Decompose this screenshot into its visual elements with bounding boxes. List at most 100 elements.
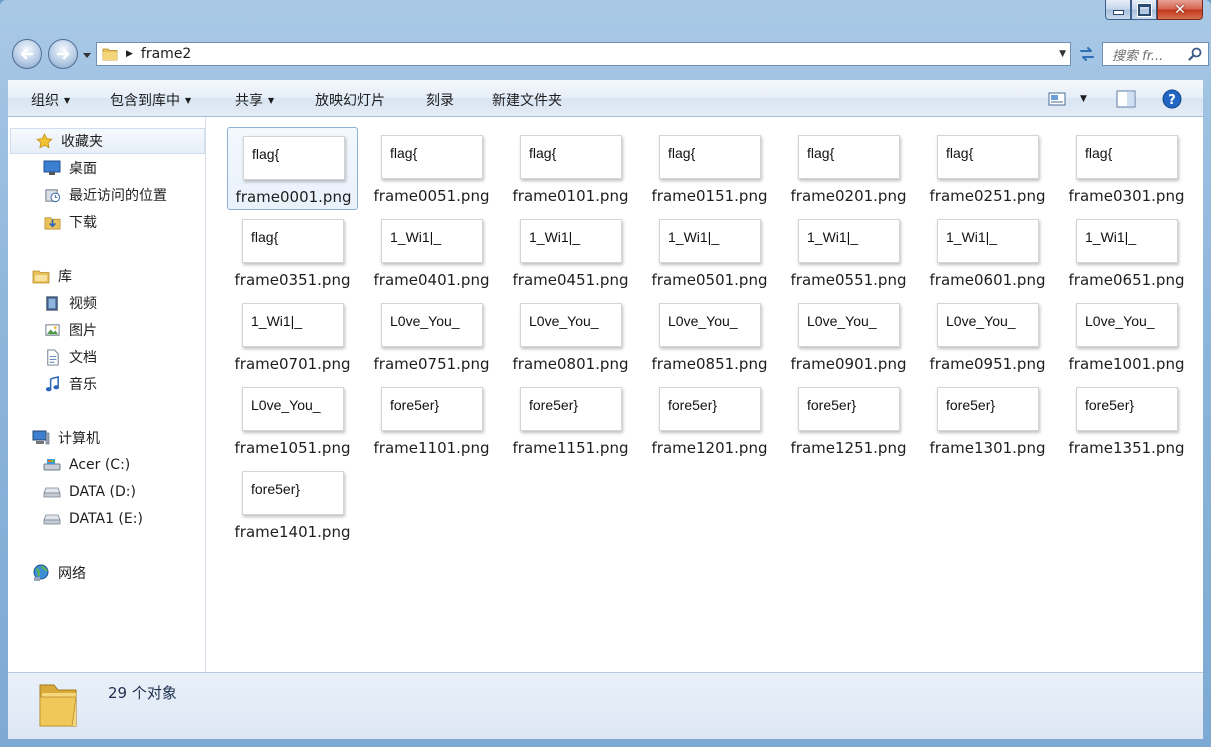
file-name: frame0451.png	[512, 271, 629, 289]
file-name: frame0351.png	[234, 271, 351, 289]
file-name: frame0751.png	[373, 355, 490, 373]
nav-network[interactable]: 网络	[8, 560, 229, 586]
thumbnail-text: fore5er}	[1085, 397, 1135, 413]
file-item[interactable]: fore5er} frame1401.png	[227, 463, 358, 546]
file-item[interactable]: flag{frame0251.png	[922, 127, 1053, 210]
file-item[interactable]: 1_Wi1|_ frame0651.png	[1061, 211, 1192, 294]
nav-item-videos[interactable]: 视频	[8, 290, 240, 316]
file-item[interactable]: fore5er} frame1201.png	[644, 379, 775, 462]
file-item[interactable]: fore5er} frame1251.png	[783, 379, 914, 462]
view-icon	[1048, 92, 1066, 106]
file-item[interactable]: fore5er} frame1101.png	[366, 379, 497, 462]
file-thumbnail: fore5er}	[520, 387, 622, 431]
nav-item-label: 桌面	[69, 161, 97, 177]
nav-item-drive-e[interactable]: DATA1 (E:)	[8, 506, 240, 532]
recent-places-icon	[43, 186, 61, 204]
address-bar[interactable]: ▶ frame2 ▼	[96, 42, 1071, 66]
thumbnail-text: fore5er}	[251, 481, 301, 497]
burn-button[interactable]: 刻录	[426, 90, 454, 110]
file-item[interactable]: fore5er} frame1301.png	[922, 379, 1053, 462]
back-button[interactable]	[12, 39, 42, 69]
file-item[interactable]: 1_Wi1|_ frame0601.png	[922, 211, 1053, 294]
nav-item-documents[interactable]: 文档	[8, 344, 240, 370]
search-icon[interactable]	[1188, 47, 1202, 61]
nav-item-music[interactable]: 音乐	[8, 371, 240, 397]
file-item[interactable]: fore5er} frame1151.png	[505, 379, 636, 462]
nav-network-label: 网络	[58, 566, 86, 582]
nav-item-pictures[interactable]: 图片	[8, 317, 240, 343]
file-item[interactable]: 1_Wi1|_ frame0451.png	[505, 211, 636, 294]
slideshow-button[interactable]: 放映幻灯片	[315, 90, 385, 110]
file-name: frame0701.png	[234, 355, 351, 373]
nav-item-desktop[interactable]: 桌面	[8, 155, 240, 181]
help-button[interactable]: ?	[1162, 88, 1182, 110]
thumbnail-text: fore5er}	[946, 397, 996, 413]
new-folder-label: 新建文件夹	[492, 93, 562, 109]
file-item[interactable]: flag{ frame0301.png	[1061, 127, 1192, 210]
file-item[interactable]: L0ve_You_ frame1001.png	[1061, 295, 1192, 378]
file-item[interactable]: L0ve_You_ frame0901.png	[783, 295, 914, 378]
file-item[interactable]: flag{frame0201.png	[783, 127, 914, 210]
search-box[interactable]: 搜索 fr...	[1102, 42, 1209, 66]
nav-item-downloads[interactable]: 下载	[8, 209, 240, 235]
file-item[interactable]: flag{frame0001.png	[227, 127, 358, 210]
file-item[interactable]: L0ve_You_ frame0751.png	[366, 295, 497, 378]
preview-pane-button[interactable]	[1116, 88, 1136, 110]
nav-favorites[interactable]: 收藏夹	[10, 128, 205, 154]
file-item[interactable]: 1_Wi1|_ frame0501.png	[644, 211, 775, 294]
refresh-button[interactable]	[1074, 42, 1100, 66]
new-folder-button[interactable]: 新建文件夹	[492, 90, 562, 110]
search-placeholder[interactable]: 搜索 fr...	[1112, 45, 1188, 64]
close-button[interactable]: ✕	[1157, 0, 1203, 20]
file-item[interactable]: L0ve_You_ frame0801.png	[505, 295, 636, 378]
thumbnail-text: flag{	[390, 145, 418, 161]
forward-button[interactable]	[48, 39, 78, 69]
file-item[interactable]: flag{frame0151.png	[644, 127, 775, 210]
nav-item-drive-c[interactable]: Acer (C:)	[8, 452, 240, 478]
breadcrumb-current-folder[interactable]: frame2	[141, 46, 191, 62]
minimize-button[interactable]	[1105, 0, 1131, 20]
maximize-button[interactable]	[1131, 0, 1157, 20]
file-item[interactable]: 1_Wi1|_ frame0401.png	[366, 211, 497, 294]
file-thumbnail: flag{	[798, 135, 900, 179]
file-item[interactable]: flag{ frame0351.png	[227, 211, 358, 294]
breadcrumb-separator-icon[interactable]: ▶	[126, 49, 133, 59]
file-name: frame0551.png	[790, 271, 907, 289]
recent-pages-dropdown[interactable]	[82, 50, 92, 60]
address-dropdown-icon[interactable]: ▼	[1059, 49, 1066, 59]
thumbnail-text: fore5er}	[529, 397, 579, 413]
view-options-dropdown[interactable]: ▼	[1080, 88, 1087, 110]
file-name: frame0801.png	[512, 355, 629, 373]
file-thumbnail: fore5er}	[798, 387, 900, 431]
file-item[interactable]: flag{frame0051.png	[366, 127, 497, 210]
thumbnail-text: 1_Wi1|_	[1085, 229, 1137, 245]
file-item[interactable]: L0ve_You_ frame1051.png	[227, 379, 358, 462]
file-item[interactable]: flag{frame0101.png	[505, 127, 636, 210]
file-thumbnail: fore5er}	[659, 387, 761, 431]
file-name: frame0301.png	[1068, 187, 1185, 205]
file-item[interactable]: L0ve_You_ frame0951.png	[922, 295, 1053, 378]
file-item[interactable]: L0ve_You_ frame0851.png	[644, 295, 775, 378]
nav-item-label: 下载	[69, 215, 97, 231]
file-thumbnail: flag{	[242, 219, 344, 263]
include-in-library-menu[interactable]: 包含到库中 ▼	[110, 90, 191, 110]
thumbnail-text: flag{	[252, 146, 280, 162]
file-thumbnail: L0ve_You_	[242, 387, 344, 431]
nav-computer-label: 计算机	[58, 431, 100, 447]
file-name: frame1401.png	[234, 523, 351, 541]
nav-libraries[interactable]: 库	[8, 263, 229, 289]
file-thumbnail: 1_Wi1|_	[520, 219, 622, 263]
thumbnail-text: flag{	[946, 145, 974, 161]
nav-computer[interactable]: 计算机	[8, 425, 229, 451]
change-view-button[interactable]	[1048, 88, 1066, 110]
file-name: frame1151.png	[512, 439, 629, 457]
organize-menu[interactable]: 组织 ▼	[31, 90, 70, 110]
file-item[interactable]: 1_Wi1|_ frame0551.png	[783, 211, 914, 294]
share-menu[interactable]: 共享 ▼	[235, 90, 274, 110]
file-item[interactable]: fore5er} frame1351.png	[1061, 379, 1192, 462]
nav-item-drive-d[interactable]: DATA (D:)	[8, 479, 240, 505]
main-content: 收藏夹 桌面 最近访问的位置 下载 库 视频 图片 文档 音乐 计算机 Acer…	[8, 117, 1203, 672]
file-item[interactable]: 1_Wi1|_ frame0701.png	[227, 295, 358, 378]
nav-item-recent-places[interactable]: 最近访问的位置	[8, 182, 240, 208]
thumbnail-text: flag{	[1085, 145, 1113, 161]
